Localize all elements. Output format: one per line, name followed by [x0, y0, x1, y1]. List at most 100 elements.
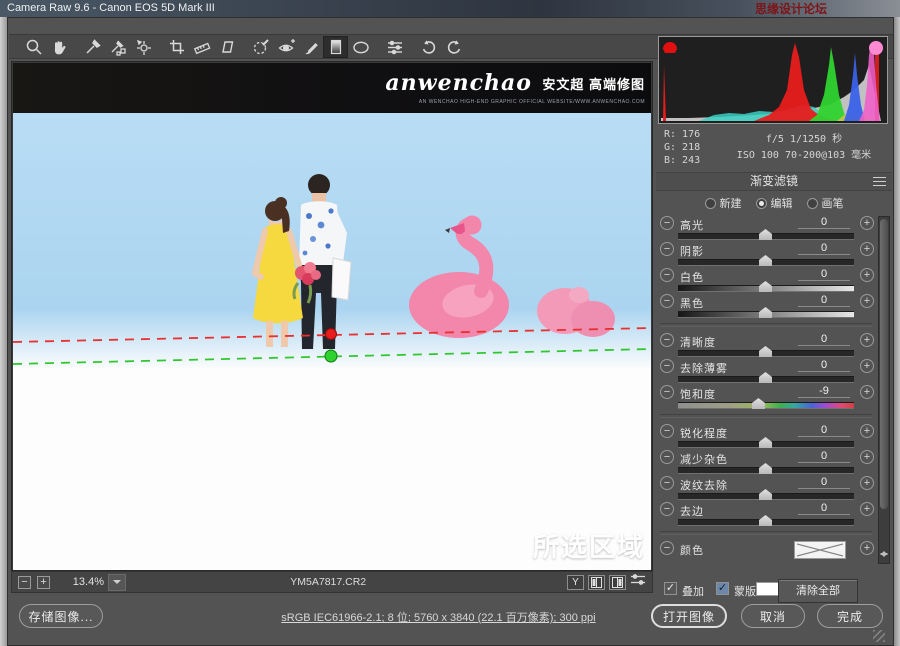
panel-scrollbar[interactable] [878, 216, 890, 564]
crop-tool-icon[interactable] [164, 36, 189, 58]
straighten-tool-icon[interactable] [189, 36, 214, 58]
increase-button[interactable]: + [860, 476, 874, 490]
adjustment-brush-tool-icon[interactable] [298, 36, 323, 58]
decrease-button[interactable]: − [660, 502, 674, 516]
rotate-left-icon[interactable] [416, 36, 441, 58]
slider-track[interactable] [678, 519, 854, 526]
slider-thumb[interactable] [759, 463, 772, 474]
highlight-clipping-indicator[interactable] [869, 41, 883, 55]
slider-track[interactable] [678, 311, 854, 318]
zoom-level-dropdown[interactable] [108, 574, 126, 591]
overlay-checkbox[interactable]: ✓ [664, 582, 677, 595]
slider-track[interactable] [678, 233, 854, 240]
zoom-in-button[interactable]: + [37, 576, 50, 589]
increase-button[interactable]: + [860, 242, 874, 256]
save-image-button[interactable]: 存储图像... [19, 604, 103, 628]
slider-value[interactable]: 0 [798, 502, 850, 515]
hand-tool-icon[interactable] [46, 36, 71, 58]
slider-thumb[interactable] [759, 255, 772, 266]
transform-tool-icon[interactable] [214, 36, 239, 58]
slider-value[interactable]: 0 [798, 424, 850, 437]
slider-value[interactable]: 0 [798, 450, 850, 463]
increase-button[interactable]: + [860, 216, 874, 230]
decrease-button[interactable]: − [660, 216, 674, 230]
color-sampler-tool-icon[interactable] [105, 36, 130, 58]
slider-track[interactable] [678, 493, 854, 500]
open-image-button[interactable]: 打开图像 [651, 604, 727, 628]
resize-grip[interactable] [873, 630, 885, 642]
decrease-button[interactable]: − [660, 385, 674, 399]
rotate-right-icon[interactable] [441, 36, 466, 58]
slider-thumb[interactable] [759, 489, 772, 500]
graduated-filter-tool-icon[interactable] [323, 36, 348, 58]
radio-edit[interactable]: 编辑 [756, 194, 793, 212]
increase-button[interactable]: + [860, 333, 874, 347]
gradient-filter-green-handle[interactable] [325, 350, 337, 362]
scrollbar-thumb[interactable] [880, 219, 888, 509]
decrease-button[interactable]: − [660, 242, 674, 256]
slider-value[interactable]: 0 [798, 359, 850, 372]
slider-track[interactable] [678, 467, 854, 474]
spot-removal-tool-icon[interactable] [248, 36, 273, 58]
slider-thumb[interactable] [759, 437, 772, 448]
photo-canvas[interactable]: 所选区域 [13, 113, 651, 570]
slider-value[interactable]: 0 [798, 242, 850, 255]
slider-value[interactable]: -9 [798, 385, 850, 398]
decrease-button[interactable]: − [660, 359, 674, 373]
increase-button[interactable]: + [860, 385, 874, 399]
panel-menu-icon[interactable] [873, 177, 886, 186]
slider-thumb[interactable] [759, 229, 772, 240]
slider-thumb[interactable] [759, 307, 772, 318]
slider-thumb[interactable] [759, 515, 772, 526]
increase-button[interactable]: + [860, 541, 874, 555]
radial-filter-tool-icon[interactable] [348, 36, 373, 58]
slider-value[interactable]: 0 [798, 476, 850, 489]
zoom-level-value[interactable]: 13.4% [60, 576, 104, 588]
before-after-toggle-button[interactable]: Y [567, 575, 584, 590]
red-eye-tool-icon[interactable] [273, 36, 298, 58]
slider-value[interactable]: 0 [798, 294, 850, 307]
preferences-icon[interactable] [382, 36, 407, 58]
copy-settings-button[interactable] [609, 575, 626, 590]
slider-track[interactable] [678, 441, 854, 448]
radio-new[interactable]: 新建 [705, 194, 742, 212]
slider-track[interactable] [678, 376, 854, 383]
zoom-out-button[interactable]: − [18, 576, 31, 589]
slider-track[interactable] [678, 402, 854, 409]
slider-track[interactable] [678, 285, 854, 292]
decrease-button[interactable]: − [660, 476, 674, 490]
gradient-filter-red-handle[interactable] [326, 329, 337, 340]
workflow-options-link[interactable]: sRGB IEC61966-2.1; 8 位; 5760 x 3840 (22.… [281, 609, 595, 625]
done-button[interactable]: 完成 [817, 604, 883, 628]
slider-thumb[interactable] [759, 346, 772, 357]
slider-thumb[interactable] [752, 398, 765, 409]
increase-button[interactable]: + [860, 450, 874, 464]
decrease-button[interactable]: − [660, 541, 674, 555]
scrollbar-arrows-icon[interactable] [879, 546, 889, 562]
preview-preferences-icon[interactable] [630, 573, 646, 591]
decrease-button[interactable]: − [660, 333, 674, 347]
increase-button[interactable]: + [860, 359, 874, 373]
white-balance-tool-icon[interactable] [80, 36, 105, 58]
increase-button[interactable]: + [860, 268, 874, 282]
slider-track[interactable] [678, 259, 854, 266]
decrease-button[interactable]: − [660, 268, 674, 282]
increase-button[interactable]: + [860, 502, 874, 516]
slider-value[interactable]: 0 [798, 333, 850, 346]
slider-value[interactable]: 0 [798, 268, 850, 281]
slider-thumb[interactable] [759, 372, 772, 383]
targeted-adjustment-tool-icon[interactable] [130, 36, 155, 58]
increase-button[interactable]: + [860, 294, 874, 308]
cancel-button[interactable]: 取消 [741, 604, 805, 628]
zoom-tool-icon[interactable] [21, 36, 46, 58]
decrease-button[interactable]: − [660, 450, 674, 464]
increase-button[interactable]: + [860, 424, 874, 438]
decrease-button[interactable]: − [660, 424, 674, 438]
swap-settings-button[interactable] [588, 575, 605, 590]
color-swatch[interactable] [794, 541, 846, 559]
mask-checkbox[interactable]: ✓ [716, 582, 729, 595]
slider-track[interactable] [678, 350, 854, 357]
slider-value[interactable]: 0 [798, 216, 850, 229]
decrease-button[interactable]: − [660, 294, 674, 308]
slider-thumb[interactable] [759, 281, 772, 292]
